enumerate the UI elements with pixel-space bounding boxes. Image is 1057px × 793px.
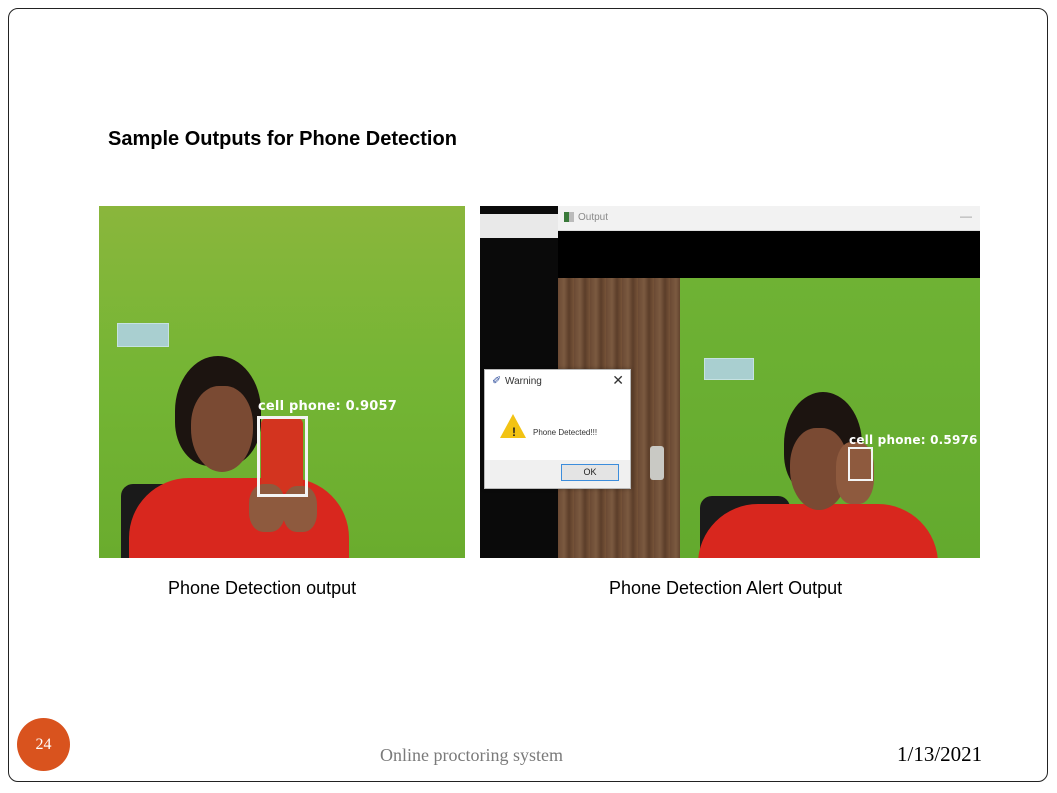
output-window-title: Output: [578, 212, 609, 223]
detection-label: cell phone: 0.5976: [849, 433, 978, 447]
caption-left: Phone Detection output: [168, 578, 357, 598]
footer-date: 1/13/2021: [897, 742, 983, 766]
warning-dialog: ✐ Warning ✕ ! Phone Detected!!! OK: [484, 369, 631, 489]
output-window-titlebar[interactable]: Output —: [558, 206, 980, 231]
close-icon[interactable]: ✕: [612, 372, 624, 389]
page-number-badge: 24: [17, 718, 70, 771]
shirt: [698, 504, 938, 558]
phone-detection-alert-output-image: Output — cell phone: 0.5976 ✐ Warning ✕ …: [480, 206, 980, 558]
slide-title: Sample Outputs for Phone Detection: [108, 128, 457, 150]
feather-icon: ✐: [492, 375, 502, 387]
wall-sticker: [704, 358, 754, 380]
ok-button[interactable]: OK: [561, 464, 619, 481]
app-icon: [564, 212, 574, 222]
detection-bounding-box: [257, 416, 308, 497]
detection-label: cell phone: 0.9057: [258, 399, 398, 414]
warning-message: Phone Detected!!!: [533, 428, 598, 437]
minimize-icon[interactable]: —: [960, 209, 972, 223]
background-window: [480, 214, 558, 238]
detection-bounding-box: [848, 447, 873, 481]
phone-detection-output-image: cell phone: 0.9057: [99, 206, 465, 558]
warning-dialog-body: ! Phone Detected!!!: [485, 392, 630, 460]
warning-dialog-titlebar[interactable]: ✐ Warning ✕: [485, 370, 630, 392]
face: [191, 386, 253, 472]
exclamation-mark: !: [512, 425, 516, 439]
wall-sticker: [117, 323, 169, 347]
warning-dialog-title: Warning: [505, 376, 542, 387]
caption-right: Phone Detection Alert Output: [609, 578, 843, 598]
footer-text: Online proctoring system: [380, 745, 563, 765]
door-handle: [650, 446, 664, 480]
